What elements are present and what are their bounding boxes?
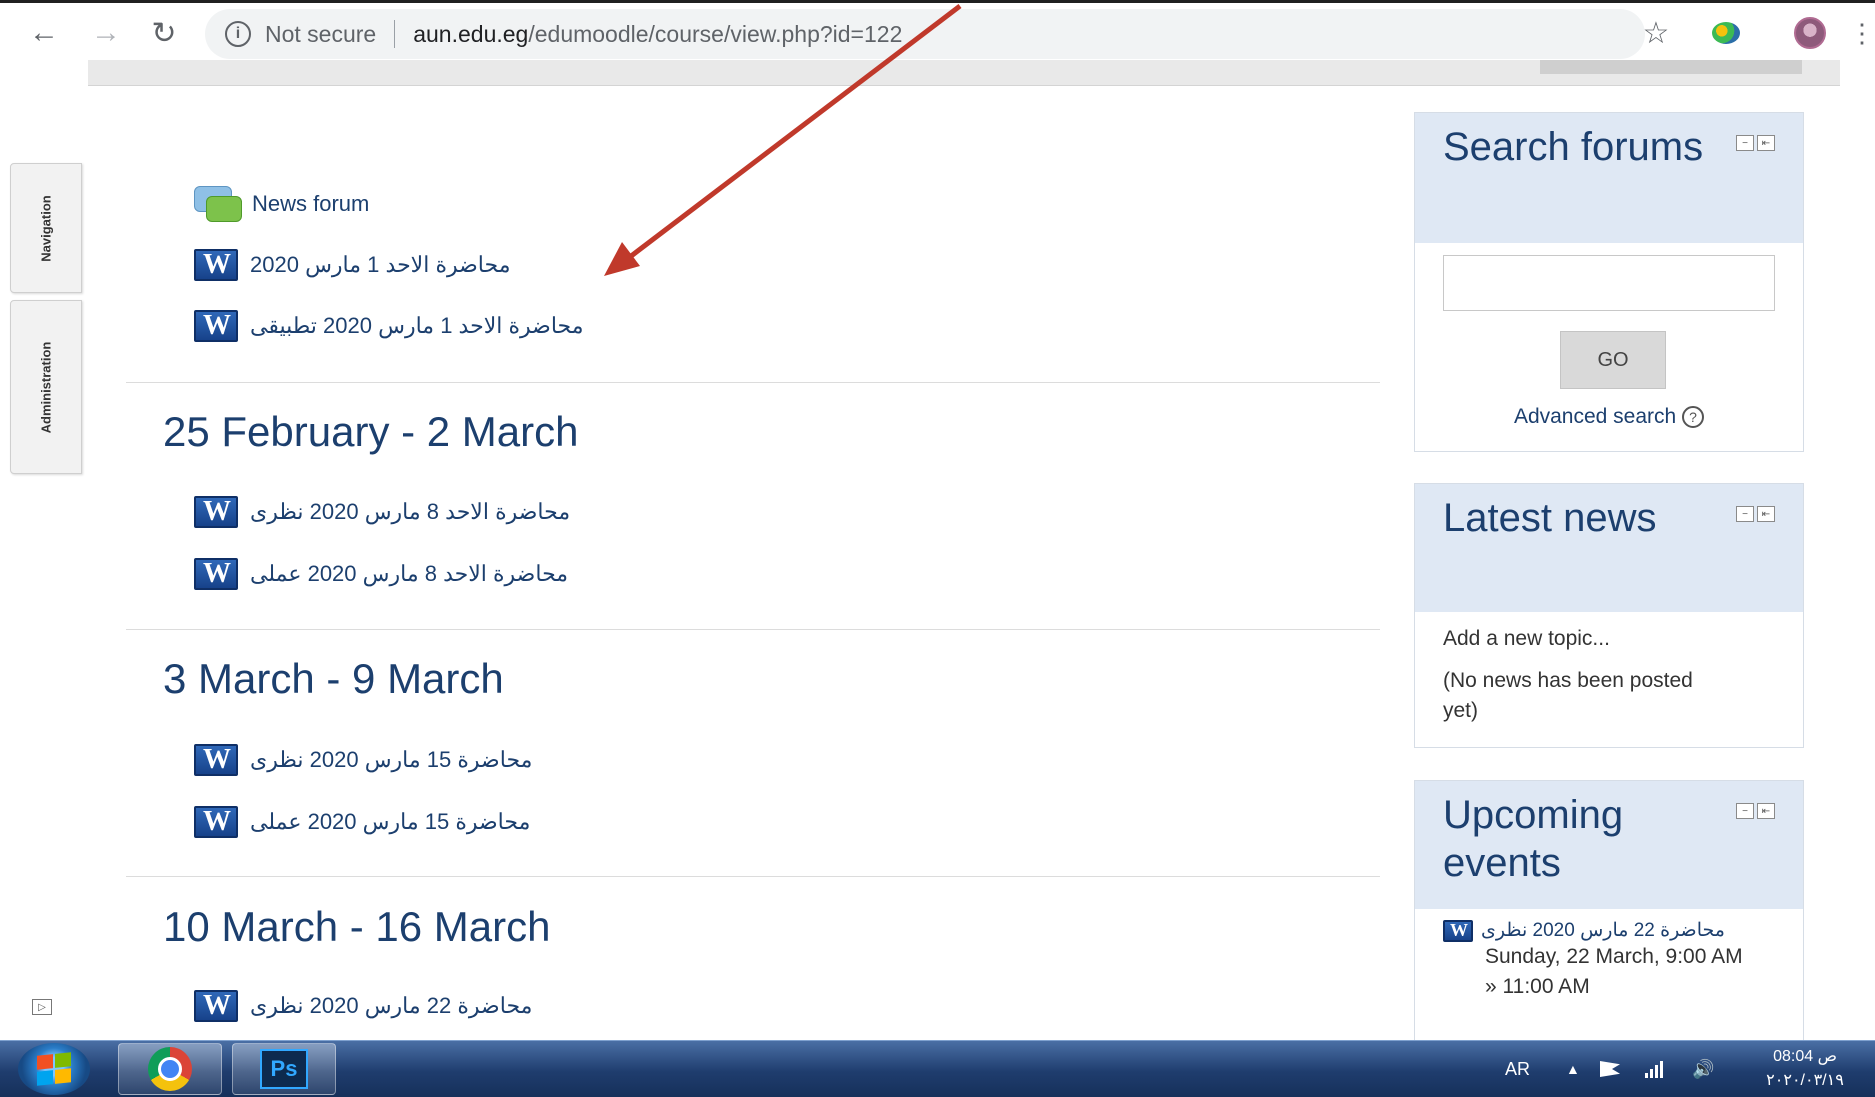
back-arrow-icon[interactable]: ←: [22, 11, 66, 55]
block-controls: − ⇤: [1736, 135, 1775, 151]
arrow-head: [604, 242, 640, 276]
advanced-search-link[interactable]: Advanced search: [1514, 405, 1676, 428]
word-doc-icon: W: [1443, 919, 1473, 942]
block-title: Latest news: [1443, 496, 1657, 540]
volume-icon[interactable]: 🔊: [1692, 1041, 1714, 1097]
help-icon[interactable]: ?: [1682, 406, 1705, 429]
activity-label: محاضرة 15 مارس 2020 عملى: [250, 809, 531, 834]
hide-block-icon[interactable]: −: [1736, 803, 1754, 819]
omnibox-separator: [394, 20, 396, 48]
activity-label: محاضرة الاحد 1 مارس 2020 تطبيقى: [250, 313, 584, 338]
word-doc-icon: W: [194, 806, 238, 838]
dock-tab-navigation[interactable]: Navigation: [10, 163, 82, 293]
profile-avatar-icon[interactable]: [1792, 15, 1828, 51]
advanced-search: Advanced search ?: [1415, 405, 1803, 429]
block-header: Search forums − ⇤: [1415, 113, 1803, 243]
word-doc-icon: W: [194, 558, 238, 590]
action-center-flag-icon[interactable]: [1600, 1041, 1620, 1097]
windows-logo-icon: [37, 1052, 71, 1086]
url-path: /edumoodle/course/view.php?id=122: [528, 20, 903, 47]
activity-label: محاضرة 22 مارس 2020 نظرى: [250, 993, 533, 1018]
block-search-forums: Search forums − ⇤ GO Advanced search ?: [1414, 112, 1804, 452]
word-doc-icon: W: [194, 496, 238, 528]
word-doc-icon: W: [194, 990, 238, 1022]
activity-label: محاضرة الاحد 8 مارس 2020 عملى: [250, 561, 569, 586]
event-link[interactable]: محاضرة 22 مارس 2020 نظرى: [1481, 919, 1725, 942]
bookmark-star-icon[interactable]: ☆: [1638, 15, 1674, 51]
block-header: Latest news − ⇤: [1415, 484, 1803, 612]
forward-arrow-icon[interactable]: →: [84, 11, 128, 55]
section-title: 3 March - 9 March: [163, 655, 504, 702]
block-upcoming-events: Upcoming events − ⇤ W محاضرة 22 مارس 202…: [1414, 780, 1804, 1042]
word-doc-icon: W: [194, 249, 238, 281]
forum-icon: [194, 186, 242, 222]
security-label: Not secure: [265, 20, 377, 47]
activity-label: News forum: [252, 191, 370, 216]
block-controls: − ⇤: [1736, 803, 1775, 819]
start-button[interactable]: [18, 1043, 90, 1095]
dock-tab-administration[interactable]: Administration: [10, 300, 82, 474]
section-title: 10 March - 16 March: [163, 903, 551, 950]
show-hidden-icons[interactable]: ▲: [1566, 1041, 1580, 1097]
event-item: W محاضرة 22 مارس 2020 نظرى Sunday, 22 Ma…: [1415, 909, 1803, 1002]
browser-menu-icon[interactable]: ⋮: [1849, 15, 1875, 51]
activity-lecture[interactable]: W محاضرة 22 مارس 2020 نظرى: [194, 986, 532, 1026]
word-doc-icon: W: [194, 310, 238, 342]
dock-block-icon[interactable]: ⇤: [1757, 506, 1775, 522]
block-title: Upcoming events: [1443, 793, 1624, 885]
dock-tab-navigation-label: Navigation: [38, 194, 54, 262]
section-divider: [126, 629, 1380, 630]
network-signal-icon[interactable]: [1645, 1041, 1663, 1097]
dock-block-icon[interactable]: ⇤: [1757, 135, 1775, 151]
url-host: aun.edu.eg: [413, 20, 529, 47]
block-title: Search forums: [1443, 125, 1704, 169]
event-date: Sunday, 22 March, 9:00 AM: [1485, 945, 1743, 968]
block-header: Upcoming events − ⇤: [1415, 781, 1803, 909]
block-latest-news: Latest news − ⇤ Add a new topic... (No n…: [1414, 483, 1804, 748]
section-title: 25 February - 2 March: [163, 408, 579, 455]
activity-label: محاضرة الاحد 1 مارس 2020: [250, 252, 511, 277]
system-clock[interactable]: 08:04 ص ٢٠٢٠/٠٣/١٩: [1745, 1045, 1865, 1093]
hide-block-icon[interactable]: −: [1736, 506, 1754, 522]
activity-news-forum[interactable]: News forum: [194, 184, 369, 224]
dock-block-icon[interactable]: ⇤: [1757, 803, 1775, 819]
activity-lecture[interactable]: W محاضرة الاحد 1 مارس 2020: [194, 245, 510, 285]
activity-lecture[interactable]: W محاضرة 15 مارس 2020 نظرى: [194, 740, 532, 780]
event-end-time: » 11:00 AM: [1485, 975, 1590, 998]
info-icon[interactable]: i: [225, 21, 251, 47]
activity-lecture[interactable]: W محاضرة الاحد 1 مارس 2020 تطبيقى: [194, 306, 584, 346]
hide-block-icon[interactable]: −: [1736, 135, 1754, 151]
activity-label: محاضرة الاحد 8 مارس 2020 نظرى: [250, 499, 571, 524]
chrome-icon: [148, 1047, 192, 1091]
activity-lecture[interactable]: W محاضرة 15 مارس 2020 عملى: [194, 802, 530, 842]
taskbar-photoshop[interactable]: Ps: [232, 1043, 336, 1095]
photoshop-icon: Ps: [260, 1049, 308, 1089]
extension-icon[interactable]: [1708, 15, 1744, 51]
no-news-text: (No news has been posted yet): [1443, 669, 1693, 722]
activity-lecture[interactable]: W محاضرة الاحد 8 مارس 2020 عملى: [194, 554, 568, 594]
dock-toggle-icon[interactable]: ▷: [32, 999, 52, 1015]
taskbar-chrome[interactable]: [118, 1043, 222, 1095]
section-divider: [126, 382, 1380, 383]
reload-icon[interactable]: ↻: [142, 11, 186, 55]
go-button[interactable]: GO: [1560, 331, 1666, 389]
activity-lecture[interactable]: W محاضرة الاحد 8 مارس 2020 نظرى: [194, 492, 570, 532]
add-topic-link[interactable]: Add a new topic...: [1415, 624, 1803, 654]
windows-taskbar: Ps AR ▲ 🔊 08:04 ص ٢٠٢٠/٠٣/١٩: [0, 1040, 1875, 1097]
activity-label: محاضرة 15 مارس 2020 نظرى: [250, 747, 533, 772]
browser-toolbar: ← → ↻ i Not secure aun.edu.eg /edumoodle…: [0, 0, 1875, 64]
language-indicator[interactable]: AR: [1505, 1041, 1530, 1097]
word-doc-icon: W: [194, 744, 238, 776]
search-forums-input[interactable]: [1443, 255, 1775, 311]
section-divider: [126, 876, 1380, 877]
clock-time: 08:04 ص: [1773, 1048, 1837, 1065]
address-bar[interactable]: i Not secure aun.edu.eg /edumoodle/cours…: [205, 9, 1645, 59]
clock-date: ٢٠٢٠/٠٣/١٩: [1766, 1072, 1844, 1089]
page-header-button[interactable]: [1540, 60, 1802, 74]
dock-tab-administration-label: Administration: [38, 341, 54, 433]
block-controls: − ⇤: [1736, 506, 1775, 522]
